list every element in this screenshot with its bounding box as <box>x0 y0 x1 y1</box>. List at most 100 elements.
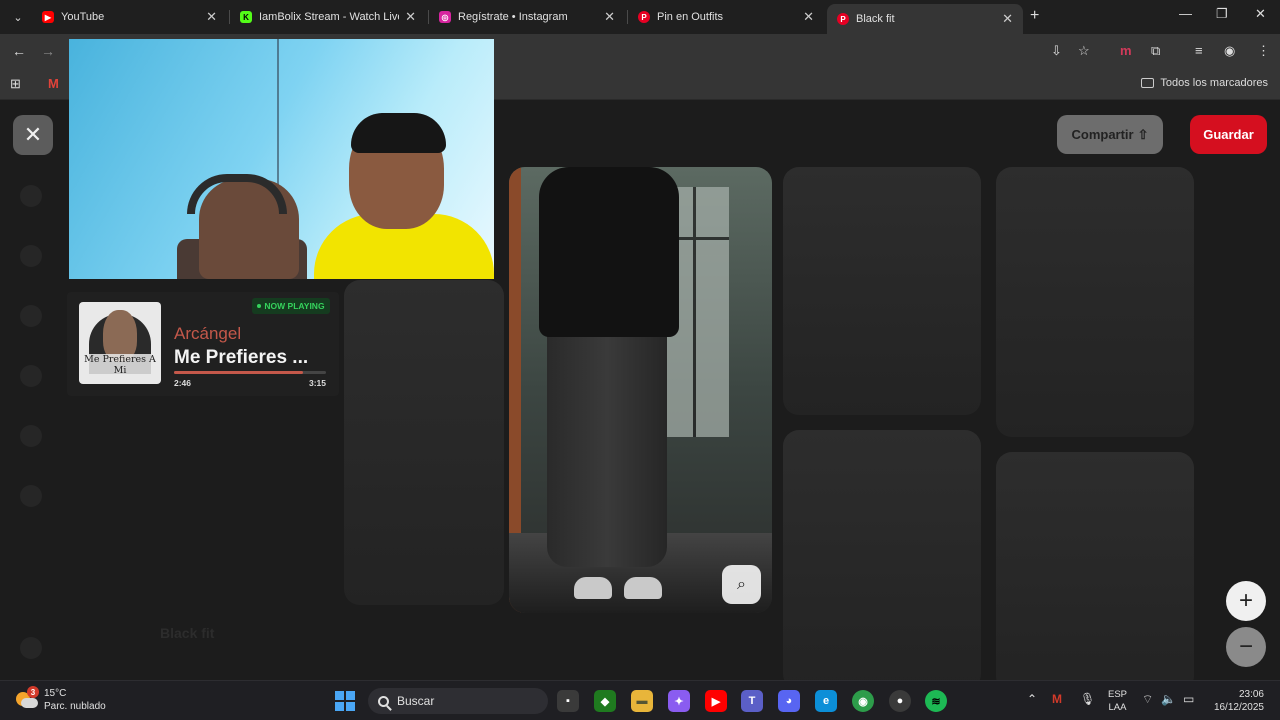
sidebar-create-icon[interactable] <box>20 305 42 327</box>
weather-desc: Parc. nublado <box>44 701 106 712</box>
tab-pin-outfits[interactable]: P Pin en Outfits ✕ <box>628 4 824 30</box>
plus-icon: + <box>1238 587 1253 614</box>
volume-icon[interactable]: 🔈 <box>1161 692 1176 706</box>
tab-black-fit[interactable]: P Black fit ✕ <box>827 4 1023 34</box>
all-bookmarks-button[interactable]: Todos los marcadores <box>1141 77 1268 89</box>
show-hidden-icons-icon[interactable]: ⌃ <box>1027 692 1037 706</box>
song-progress-bar <box>174 371 326 374</box>
menu-dots-icon[interactable]: ⋮ <box>1257 43 1270 59</box>
cloud-shape <box>21 698 38 708</box>
related-pin[interactable] <box>783 167 981 415</box>
search-icon <box>378 695 389 707</box>
apps-grid-icon[interactable]: ⊞ <box>10 76 21 92</box>
youtube-icon: ▶ <box>42 11 54 23</box>
pinterest-icon: P <box>638 11 650 23</box>
pin-image-pants <box>547 317 667 567</box>
windows-logo-tile <box>346 702 355 711</box>
related-pin[interactable] <box>996 452 1194 680</box>
zoom-out-button[interactable]: − <box>1226 627 1266 667</box>
sidebar-messages-icon[interactable] <box>20 425 42 447</box>
pinterest-icon: P <box>837 13 849 25</box>
share-label: Compartir <box>1071 127 1134 142</box>
task-view-icon[interactable]: ▪ <box>557 690 579 712</box>
taskbar-search[interactable]: Buscar <box>368 688 548 714</box>
pin-title: Black fit <box>160 625 215 641</box>
microphone-icon[interactable]: 🎙 <box>1080 692 1095 706</box>
extension-m-icon[interactable]: m <box>1120 43 1132 58</box>
weather-widget[interactable]: 3 15°C Parc. nublado <box>16 686 106 713</box>
save-button[interactable]: Guardar <box>1190 115 1267 154</box>
windows-logo-tile <box>346 691 355 700</box>
extensions-icon[interactable]: ⧉ <box>1151 43 1160 59</box>
close-tab-icon[interactable]: ✕ <box>1002 11 1013 27</box>
back-icon[interactable]: ← <box>12 43 26 59</box>
edge-icon[interactable]: e <box>815 690 837 712</box>
windows-taskbar: 3 15°C Parc. nublado Buscar ▪ ◆ ▬ ✦ ▶ T … <box>0 680 1280 720</box>
tab-title: Black fit <box>856 13 895 25</box>
tab-title: IamBolix Stream - Watch Live o <box>259 11 400 23</box>
file-explorer-icon[interactable]: ▬ <box>631 690 653 712</box>
obs-icon[interactable]: ● <box>889 690 911 712</box>
discord-icon[interactable]: ◕ <box>778 690 800 712</box>
live-dot-icon <box>257 304 262 308</box>
all-bookmarks-label: Todos los marcadores <box>1160 77 1268 89</box>
gmail-icon[interactable]: M <box>48 76 59 91</box>
nvidia-icon[interactable]: ◆ <box>594 690 616 712</box>
close-tab-icon[interactable]: ✕ <box>803 9 814 25</box>
visual-search-button[interactable]: ⌕ <box>722 565 761 604</box>
input-language[interactable]: ESP LAA <box>1108 688 1127 714</box>
teams-icon[interactable]: T <box>741 690 763 712</box>
tab-title: Pin en Outfits <box>657 11 724 23</box>
pin-image[interactable] <box>509 167 772 613</box>
tab-youtube[interactable]: ▶ YouTube ✕ <box>32 4 227 30</box>
wifi-icon[interactable]: ⌔ <box>1142 692 1153 707</box>
install-app-icon[interactable]: ⇩ <box>1051 43 1062 59</box>
tab-title: Regístrate • Instagram <box>458 11 568 23</box>
close-tab-icon[interactable]: ✕ <box>604 9 615 25</box>
youtube-app-icon[interactable]: ▶ <box>705 690 727 712</box>
related-pin[interactable] <box>344 280 504 605</box>
partly-cloudy-icon: 3 <box>16 686 39 710</box>
tab-search-button[interactable]: ⌄ <box>8 7 28 27</box>
new-tab-icon[interactable]: + <box>1030 7 1039 25</box>
webcam-headphones <box>187 174 287 214</box>
forward-icon[interactable]: → <box>41 43 55 59</box>
minimize-icon[interactable]: — <box>1179 6 1192 21</box>
related-pin[interactable] <box>996 167 1194 437</box>
sidebar-updates-icon[interactable] <box>20 365 42 387</box>
search-placeholder: Buscar <box>397 694 435 708</box>
profile-avatar-icon[interactable]: ◉ <box>1224 43 1235 59</box>
copilot-icon[interactable]: ✦ <box>668 690 690 712</box>
close-tab-icon[interactable]: ✕ <box>405 9 416 25</box>
chrome-icon[interactable]: ◉ <box>852 690 874 712</box>
lens-search-icon: ⌕ <box>737 575 746 593</box>
album-cover: Me Prefieres A Mi <box>79 302 161 384</box>
spotify-icon[interactable]: ≋ <box>925 690 947 712</box>
close-icon: ✕ <box>23 122 43 147</box>
sidebar-settings-icon[interactable] <box>20 485 42 507</box>
start-button[interactable] <box>335 691 355 711</box>
now-playing-widget: Me Prefieres A Mi NOW PLAYING Arcángel M… <box>67 292 339 396</box>
restore-icon[interactable]: ❐ <box>1216 6 1228 22</box>
battery-icon[interactable]: ▭ <box>1183 692 1194 706</box>
share-button[interactable]: Compartir ⇧ <box>1057 115 1163 154</box>
tab-instagram[interactable]: ◎ Regístrate • Instagram ✕ <box>429 4 625 30</box>
windows-logo-tile <box>335 691 344 700</box>
close-tab-icon[interactable]: ✕ <box>206 9 217 25</box>
zoom-in-button[interactable]: + <box>1226 581 1266 621</box>
system-clock[interactable]: 23:06 16/12/2025 <box>1208 688 1264 714</box>
close-window-icon[interactable]: ✕ <box>1255 6 1266 22</box>
language-code: ESP <box>1108 689 1128 700</box>
related-pin[interactable] <box>783 430 981 680</box>
close-closeup-button[interactable]: ✕ <box>13 115 53 155</box>
song-progress-fill <box>174 371 304 374</box>
media-control-icon[interactable]: ≡ <box>1195 43 1203 58</box>
sidebar-explore-icon[interactable] <box>20 245 42 267</box>
now-playing-badge-label: NOW PLAYING <box>264 301 325 311</box>
tray-m-icon[interactable]: M <box>1052 692 1062 706</box>
artist-name: Arcángel <box>174 324 242 343</box>
bookmark-star-icon[interactable]: ☆ <box>1078 43 1090 59</box>
sidebar-help-icon[interactable] <box>20 637 42 659</box>
sidebar-home-icon[interactable] <box>20 185 42 207</box>
tab-kick-stream[interactable]: K IamBolix Stream - Watch Live o ✕ <box>230 4 426 30</box>
